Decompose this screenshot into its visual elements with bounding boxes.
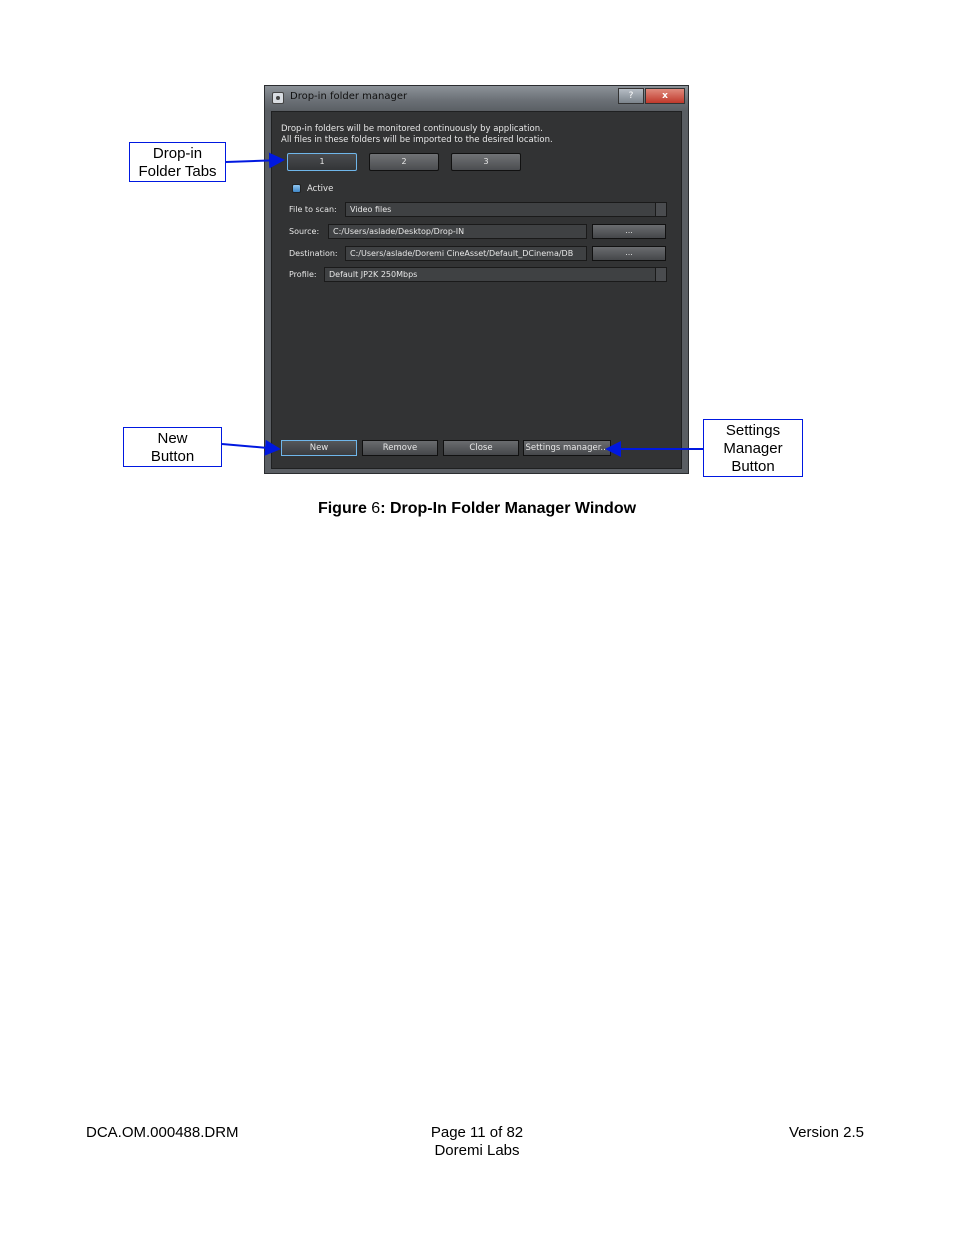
help-button[interactable]: ? [618,88,644,104]
profile-value: Default JP2K 250Mbps [329,270,418,279]
chevron-down-icon [655,268,666,281]
info-text-line1: Drop-in folders will be monitored contin… [281,124,543,134]
source-label: Source: [289,227,320,236]
callout-folder-tabs-line2: Folder Tabs [138,163,217,180]
callout-settings-line3: Button [731,458,775,475]
tab-folder-1[interactable]: 1 [287,153,357,171]
window-title: Drop-in folder manager [290,91,408,102]
tab-folder-2[interactable]: 2 [369,153,439,171]
destination-browse-button[interactable]: ... [592,246,666,261]
callout-settings-line2: Manager [723,440,783,457]
close-button[interactable]: Close [443,440,519,456]
new-button[interactable]: New [281,440,357,456]
footer-company: Doremi Labs [434,1142,520,1159]
window-client-area: Drop-in folders will be monitored contin… [271,111,682,469]
app-icon [272,92,284,104]
file-to-scan-value: Video files [350,205,392,214]
title-bar: Drop-in folder manager ? x [265,86,688,110]
remove-button[interactable]: Remove [362,440,438,456]
callout-folder-tabs-line1: Drop-in [152,145,203,162]
settings-manager-button[interactable]: Settings manager... [523,440,611,456]
caption-text: : Drop-In Folder Manager Window [380,500,637,517]
source-browse-button[interactable]: ... [592,224,666,239]
callout-new-line1: New [157,430,188,447]
callout-settings-manager: Settings Manager Button [703,419,803,477]
close-window-button[interactable]: x [645,88,685,104]
callout-new-button: New Button [123,427,222,467]
profile-label: Profile: [289,270,317,279]
callout-new-line2: Button [150,448,195,465]
source-field[interactable]: C:/Users/aslade/Desktop/Drop-IN [328,224,587,239]
callout-settings-line1: Settings [725,422,781,439]
footer-version: Version 2.5 [788,1124,864,1141]
info-text-line2: All files in these folders will be impor… [281,135,553,145]
active-checkbox[interactable] [292,184,301,193]
profile-combo[interactable]: Default JP2K 250Mbps [324,267,667,282]
caption-number: 6 [371,500,381,517]
file-to-scan-label: File to scan: [289,205,337,214]
destination-field[interactable]: C:/Users/aslade/Doremi CineAsset/Default… [345,246,587,261]
tab-folder-3[interactable]: 3 [451,153,521,171]
active-label: Active [307,184,334,194]
chevron-down-icon [655,203,666,216]
caption-prefix: Figure [317,500,372,517]
destination-label: Destination: [289,249,338,258]
drop-in-folder-manager-window: Drop-in folder manager ? x Drop-in folde… [264,85,689,474]
callout-folder-tabs: Drop-in Folder Tabs [129,142,226,182]
file-to-scan-combo[interactable]: Video files [345,202,667,217]
figure-caption: Figure 6: Drop-In Folder Manager Window [0,500,954,518]
